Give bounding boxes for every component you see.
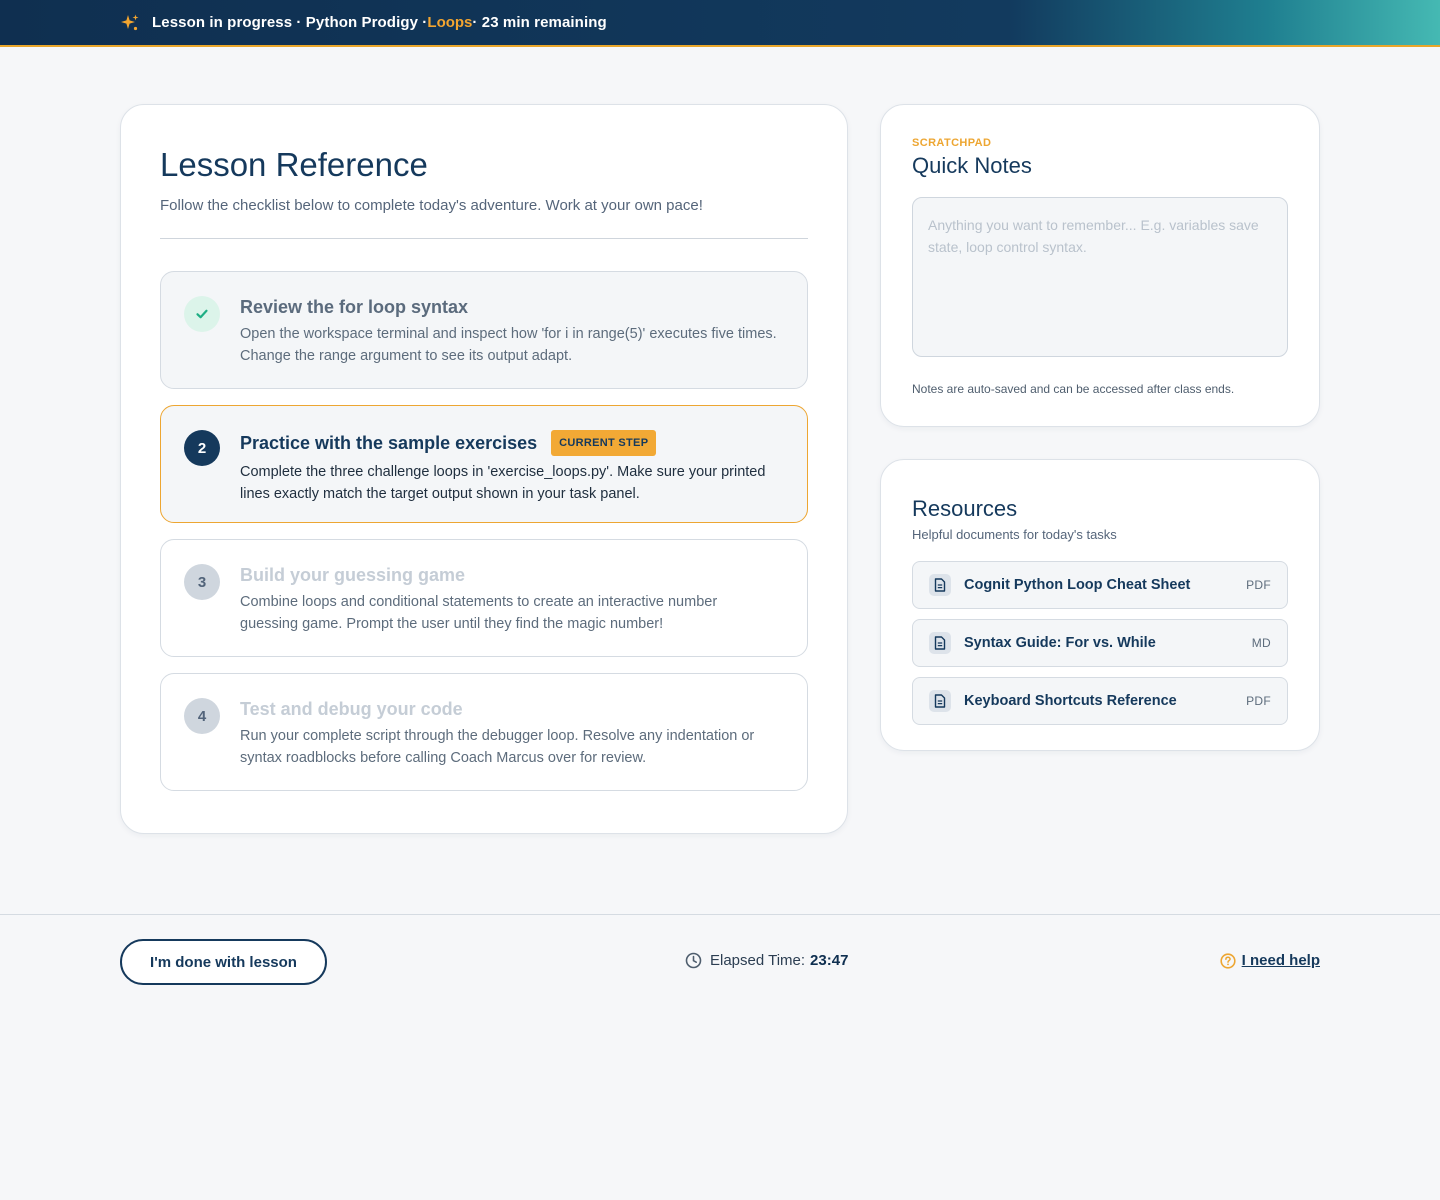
- step-description: Run your complete script through the deb…: [240, 728, 755, 766]
- quick-notes-card: SCRATCHPAD Quick Notes Notes are auto-sa…: [880, 104, 1320, 427]
- step-number-badge: 3: [184, 564, 220, 600]
- banner-remaining: · 23 min remaining: [472, 14, 607, 31]
- resource-type: PDF: [1246, 578, 1271, 592]
- help-link[interactable]: I need help: [1242, 952, 1320, 969]
- checkmark-icon: [184, 296, 220, 332]
- page-title: Lesson Reference: [160, 146, 428, 183]
- resources-title: Resources: [912, 496, 1018, 521]
- resource-name: Cognit Python Loop Cheat Sheet: [964, 577, 1191, 593]
- step-title: Test and debug your code: [240, 699, 463, 719]
- elapsed-time: Elapsed Time: 23:47: [685, 952, 848, 969]
- step-number-badge: 4: [184, 698, 220, 734]
- checklist-step-3[interactable]: 3 Build your guessing game Combine loops…: [160, 539, 808, 657]
- banner-status-text: Lesson in progress · Python Prodigy ·: [152, 14, 428, 31]
- resource-link[interactable]: Cognit Python Loop Cheat Sheet PDF: [912, 561, 1288, 609]
- divider: [160, 238, 808, 239]
- document-icon: [929, 632, 951, 654]
- page-subtitle: Follow the checklist below to complete t…: [160, 197, 703, 214]
- step-title: Practice with the sample exercises: [240, 433, 538, 453]
- checklist-step-1[interactable]: Review the for loop syntax Open the work…: [160, 271, 808, 389]
- document-icon: [929, 574, 951, 596]
- lesson-status-banner: Lesson in progress · Python Prodigy · Lo…: [0, 0, 1440, 47]
- done-with-lesson-button[interactable]: I'm done with lesson: [120, 939, 327, 985]
- elapsed-label: Elapsed Time:: [710, 952, 806, 969]
- step-description: Combine loops and conditional statements…: [240, 594, 718, 632]
- checklist-step-2[interactable]: 2 Practice with the sample exercises CUR…: [160, 405, 808, 523]
- notes-textarea[interactable]: [912, 197, 1288, 357]
- lesson-footer: I'm done with lesson Elapsed Time: 23:47…: [0, 914, 1440, 1200]
- step-title: Review the for loop syntax: [240, 297, 469, 317]
- resource-type: PDF: [1246, 694, 1271, 708]
- clock-icon: [685, 952, 702, 969]
- document-icon: [929, 690, 951, 712]
- resources-card: Resources Helpful documents for today's …: [880, 459, 1320, 751]
- step-title-row: Practice with the sample exercises CURRE…: [240, 430, 779, 456]
- resource-name: Keyboard Shortcuts Reference: [964, 693, 1177, 709]
- checklist-step-4[interactable]: 4 Test and debug your code Run your comp…: [160, 673, 808, 791]
- step-number-badge: 2: [184, 430, 220, 466]
- resource-link[interactable]: Keyboard Shortcuts Reference PDF: [912, 677, 1288, 725]
- help-link-group[interactable]: I need help: [1220, 952, 1320, 969]
- current-step-badge: CURRENT STEP: [551, 430, 657, 456]
- resource-name: Syntax Guide: For vs. While: [964, 635, 1156, 651]
- step-title: Build your guessing game: [240, 565, 466, 585]
- sparkle-icon: [120, 13, 140, 33]
- step-description: Complete the three challenge loops in 'e…: [240, 464, 766, 502]
- notes-autosave-hint: Notes are auto-saved and can be accessed…: [912, 382, 1235, 396]
- resources-subtitle: Helpful documents for today's tasks: [912, 527, 1117, 542]
- resource-link[interactable]: Syntax Guide: For vs. While MD: [912, 619, 1288, 667]
- help-question-icon: [1220, 952, 1236, 969]
- step-description: Open the workspace terminal and inspect …: [240, 326, 777, 364]
- lesson-reference-card: Lesson Reference Follow the checklist be…: [120, 104, 848, 834]
- resource-type: MD: [1251, 636, 1271, 650]
- notes-eyebrow: SCRATCHPAD: [912, 137, 992, 149]
- banner-topic: Loops: [427, 14, 473, 31]
- notes-title: Quick Notes: [912, 153, 1032, 178]
- elapsed-value: 23:47: [810, 952, 849, 969]
